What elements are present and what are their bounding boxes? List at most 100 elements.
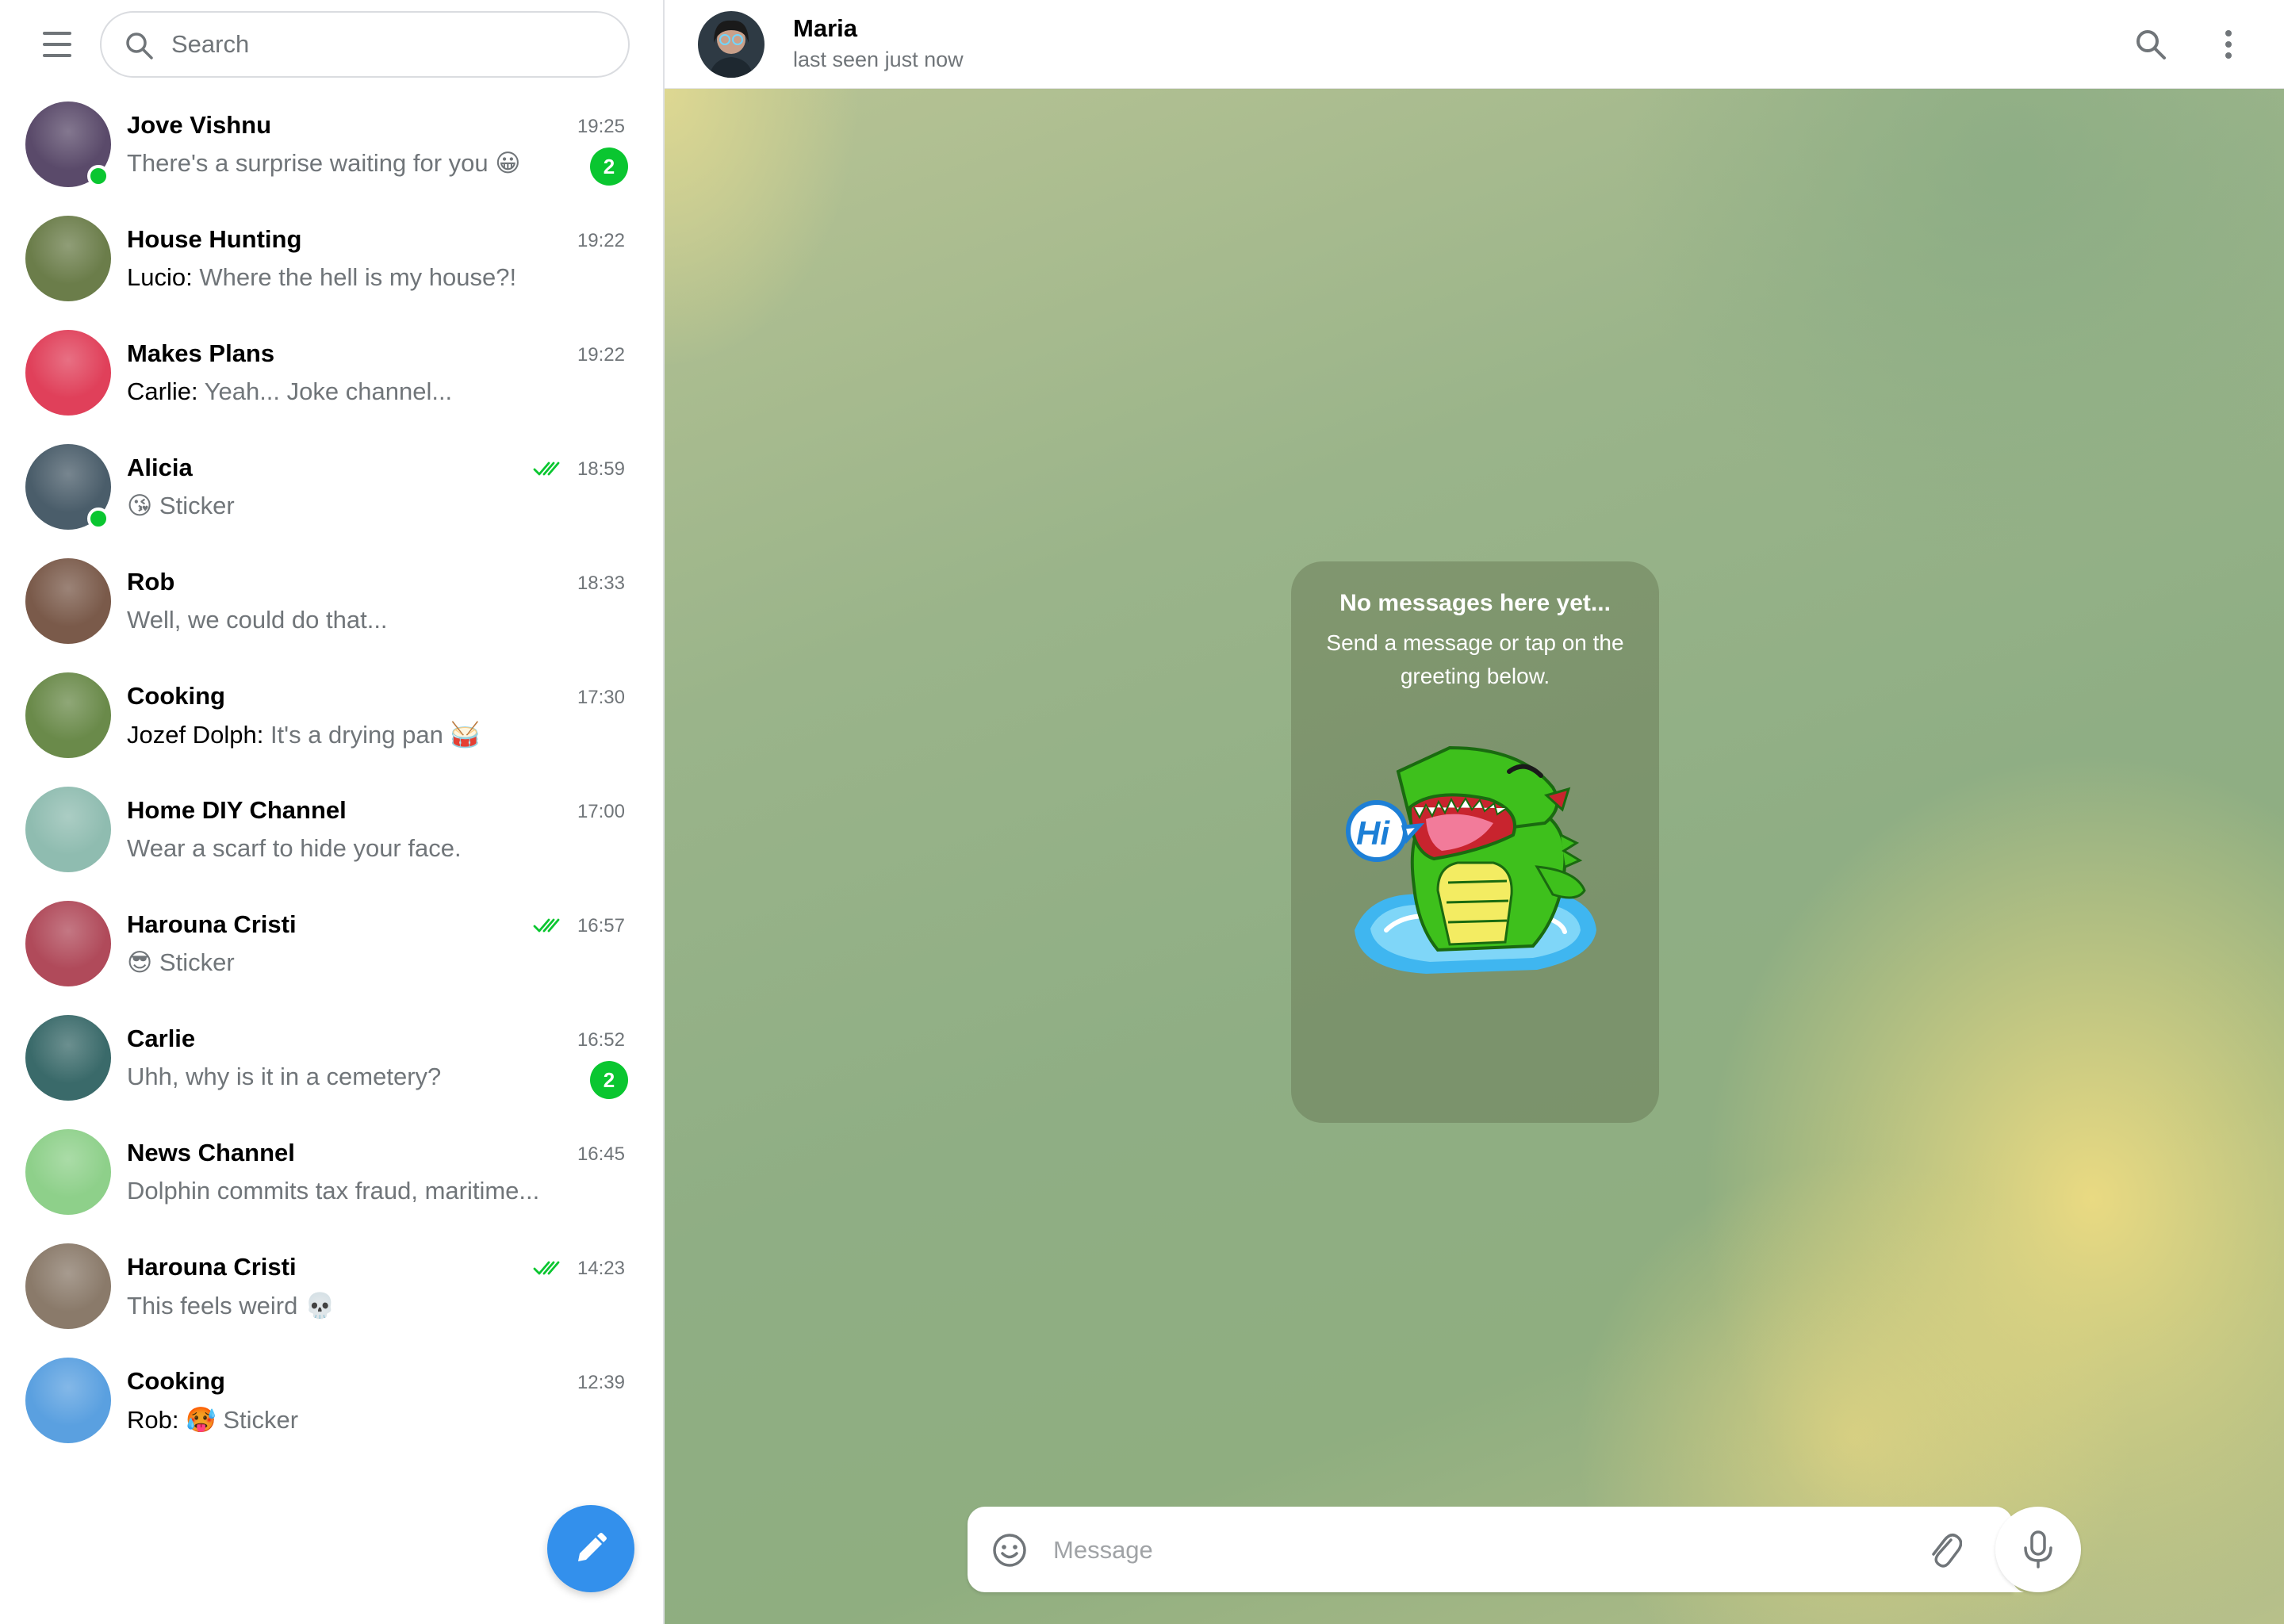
new-message-button[interactable]	[547, 1505, 634, 1592]
sidebar-header	[0, 0, 663, 89]
chat-name: Harouna Cristi	[127, 910, 297, 938]
empty-chat-card: No messages here yet... Send a message o…	[1291, 561, 1659, 1123]
chat-status: last seen just now	[793, 48, 964, 71]
avatar	[25, 330, 111, 416]
chat-preview: This feels weird 💀	[127, 1291, 603, 1320]
pencil-icon	[578, 1533, 607, 1561]
avatar[interactable]	[698, 11, 765, 78]
chat-preview: Dolphin commits tax fraud, maritime...	[127, 1177, 603, 1205]
chat-background: No messages here yet... Send a message o…	[665, 89, 2284, 1624]
chat-header: Maria last seen just now	[665, 0, 2284, 89]
preview-text: It's a drying pan 🥁	[270, 721, 481, 749]
chat-list-item[interactable]: Harouna Cristi 14:23 This feels weird 💀	[0, 1231, 663, 1345]
sticker-label: Hi	[1356, 814, 1390, 852]
chat-time: 17:30	[577, 687, 625, 708]
greeting-sticker[interactable]: Hi	[1339, 732, 1608, 1002]
preview-text: Where the hell is my house?!	[199, 263, 517, 291]
chat-list-item[interactable]: Rob 18:33 Well, we could do that...	[0, 546, 663, 660]
chat-list-item[interactable]: Home DIY Channel 17:00 Wear a scarf to hid…	[0, 774, 663, 888]
chat-preview: Wear a scarf to hide your face.	[127, 834, 603, 863]
chat-name: Cooking	[127, 1367, 225, 1395]
preview-text: There's a surprise waiting for you 😀	[127, 149, 521, 177]
preview-text: Dolphin commits tax fraud, maritime...	[127, 1177, 540, 1205]
avatar	[25, 787, 111, 872]
menu-icon[interactable]	[40, 29, 75, 60]
search-icon[interactable]	[2133, 27, 2168, 62]
empty-title: No messages here yet...	[1339, 590, 1611, 616]
chat-list-item[interactable]: Cooking 17:30 Jozef Dolph: It's a drying p…	[0, 660, 663, 774]
chat-title[interactable]: Maria	[793, 14, 857, 43]
chat-preview: 😎 Sticker	[127, 948, 603, 977]
chat-list-item[interactable]: Carlie 16:52 Uhh, why is it in a cemetery?…	[0, 1002, 663, 1116]
chat-list-item[interactable]: House Hunting 19:22 Lucio: Where the hell …	[0, 203, 663, 317]
more-options-icon[interactable]	[2219, 27, 2238, 62]
chat-time: 16:52	[577, 1029, 625, 1051]
chat-pane: Maria last seen just now No messages her…	[665, 0, 2284, 1624]
chat-name: Carlie	[127, 1025, 196, 1052]
paperclip-icon[interactable]	[1927, 1529, 1962, 1570]
unread-badge: 2	[590, 1061, 628, 1099]
avatar	[25, 901, 111, 986]
chat-preview: Well, we could do that...	[127, 606, 603, 634]
search-input[interactable]	[171, 24, 615, 65]
chat-name: Makes Plans	[127, 339, 275, 367]
chat-list-item[interactable]: Harouna Cristi 16:57 😎 Sticker	[0, 888, 663, 1002]
online-indicator	[87, 165, 109, 187]
preview-text: 😘 Sticker	[127, 492, 235, 519]
avatar	[25, 558, 111, 644]
emoji-icon[interactable]	[991, 1532, 1028, 1568]
preview-text: This feels weird 💀	[127, 1292, 335, 1320]
chat-name: Cooking	[127, 682, 225, 710]
chat-time: 19:25	[577, 116, 625, 137]
chat-preview: Jozef Dolph: It's a drying pan 🥁	[127, 720, 603, 749]
chat-name: Home DIY Channel	[127, 796, 347, 824]
chat-time: 12:39	[577, 1372, 625, 1393]
chat-sidebar: Jove Vishnu 19:25 There's a surprise waiti…	[0, 0, 665, 1624]
preview-text: Well, we could do that...	[127, 606, 388, 634]
chat-preview: Rob: 🥵 Sticker	[127, 1405, 603, 1434]
chat-time: 17:00	[577, 801, 625, 822]
voice-record-button[interactable]	[1995, 1507, 2081, 1592]
message-input[interactable]	[1053, 1530, 1886, 1570]
preview-text: 😎 Sticker	[127, 948, 235, 976]
preview-sender: Rob:	[127, 1406, 186, 1434]
preview-text: 🥵 Sticker	[186, 1406, 299, 1434]
avatar	[25, 1243, 111, 1329]
preview-text: Wear a scarf to hide your face.	[127, 834, 462, 862]
chat-name: Harouna Cristi	[127, 1253, 297, 1281]
double-check-icon	[533, 1261, 560, 1275]
chat-time: 14:23	[577, 1258, 625, 1279]
chat-time: 19:22	[577, 344, 625, 366]
chat-list-item[interactable]: Jove Vishnu 19:25 There's a surprise waiti…	[0, 89, 663, 203]
microphone-icon	[2024, 1530, 2052, 1568]
chat-list: Jove Vishnu 19:25 There's a surprise waiti…	[0, 89, 663, 1459]
chat-list-item[interactable]: News Channel 16:45 Dolphin commits tax fra…	[0, 1116, 663, 1231]
chat-name: Jove Vishnu	[127, 111, 272, 139]
unread-badge: 2	[590, 147, 628, 186]
chat-time: 18:33	[577, 573, 625, 594]
chat-preview: Uhh, why is it in a cemetery?	[127, 1063, 603, 1091]
search-box[interactable]	[100, 11, 630, 78]
chat-preview: 😘 Sticker	[127, 492, 603, 520]
chat-time: 16:45	[577, 1143, 625, 1165]
search-icon	[126, 33, 153, 59]
chat-name: News Channel	[127, 1139, 295, 1166]
chat-name: Rob	[127, 568, 175, 596]
chat-preview: Lucio: Where the hell is my house?!	[127, 263, 603, 292]
chat-preview: Carlie: Yeah... Joke channel...	[127, 377, 603, 406]
preview-text: Uhh, why is it in a cemetery?	[127, 1063, 442, 1090]
chat-time: 18:59	[577, 458, 625, 480]
chat-preview: There's a surprise waiting for you 😀	[127, 149, 603, 178]
avatar	[25, 1358, 111, 1443]
preview-sender: Lucio:	[127, 263, 200, 291]
avatar	[25, 672, 111, 758]
chat-name: House Hunting	[127, 225, 302, 253]
avatar	[25, 1015, 111, 1101]
preview-text: Yeah... Joke channel...	[204, 377, 453, 405]
chat-list-item[interactable]: Alicia 18:59 😘 Sticker	[0, 431, 663, 546]
avatar	[25, 216, 111, 301]
double-check-icon	[533, 462, 560, 476]
chat-list-item[interactable]: Cooking 12:39 Rob: 🥵 Sticker	[0, 1345, 663, 1459]
message-composer	[968, 1507, 2024, 1592]
chat-list-item[interactable]: Makes Plans 19:22 Carlie: Yeah... Joke cha…	[0, 317, 663, 431]
